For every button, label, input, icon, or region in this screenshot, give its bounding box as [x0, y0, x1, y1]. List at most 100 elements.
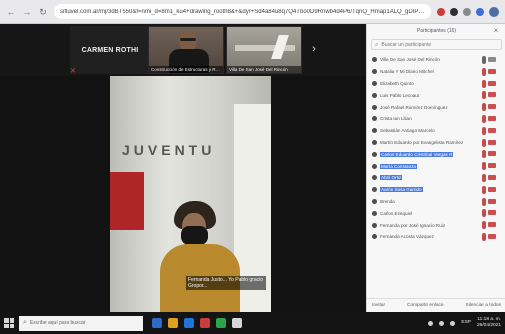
wifi-icon[interactable]: [428, 320, 434, 326]
microphone-icon[interactable]: [482, 173, 486, 182]
share-link-button[interactable]: Compartir enlace: [407, 303, 444, 308]
participant-search-input[interactable]: [381, 41, 494, 48]
back-icon[interactable]: ←: [6, 7, 16, 17]
participant-avatar-icon: [372, 151, 377, 157]
camera-icon[interactable]: [488, 151, 496, 157]
microphone-icon[interactable]: [482, 56, 486, 64]
microphone-icon[interactable]: [482, 79, 486, 88]
taskbar-search[interactable]: ⌕ Escribe aquí para buscar: [19, 315, 143, 331]
participant-search[interactable]: ⌕: [371, 39, 502, 50]
microphone-icon[interactable]: [482, 209, 486, 218]
participant-name-tile[interactable]: CARMEN ROTHI: [70, 26, 150, 74]
microphone-icon[interactable]: [482, 126, 486, 135]
camera-icon[interactable]: [488, 139, 496, 145]
extension-icon[interactable]: [463, 7, 471, 16]
volume-icon[interactable]: [439, 320, 445, 326]
participant-avatar-icon: [372, 92, 377, 98]
chevron-right-icon[interactable]: ›: [308, 42, 320, 56]
participant-video-tile[interactable]: Construcción de Estructuras y Re...: [148, 26, 224, 74]
screen-frame: ← → ↻ sifluvel.com.ar/mj/3dBT550&f=nmi_d…: [0, 0, 505, 334]
start-tile: [9, 323, 14, 328]
participant-row[interactable]: Martín Eduardo por Evangelista Ramírez: [369, 137, 504, 149]
participant-row[interactable]: Sebastián Antiago Marcelo: [369, 125, 504, 137]
app-icon[interactable]: [200, 318, 210, 328]
participant-row[interactable]: María Constanza: [369, 160, 504, 172]
participant-row[interactable]: Crista Ian Lilian: [369, 113, 504, 125]
microphone-icon[interactable]: [482, 232, 486, 241]
camera-icon[interactable]: [488, 198, 496, 204]
participant-avatar-icon: [372, 163, 377, 169]
participant-row[interactable]: Fernanda Acosta Vázquez: [369, 231, 504, 243]
extension-icon[interactable]: [476, 7, 484, 16]
battery-icon[interactable]: [450, 320, 456, 326]
participant-video-tile[interactable]: Villa De San José Del Rincón: [226, 26, 302, 74]
microphone-icon[interactable]: [482, 185, 486, 194]
extension-icon[interactable]: [437, 7, 445, 16]
participant-avatar-icon: [372, 80, 377, 86]
start-tile: [9, 318, 14, 323]
microphone-icon[interactable]: [482, 103, 486, 112]
camera-icon[interactable]: [488, 57, 496, 62]
participant-row[interactable]: Brenda: [369, 196, 504, 208]
browser-bar: ← → ↻ sifluvel.com.ar/mj/3dBT550&f=nmi_d…: [0, 0, 505, 24]
participant-row[interactable]: Aarón Sosa Garrido: [369, 184, 504, 196]
camera-icon[interactable]: [488, 68, 496, 74]
room-shelf: [235, 45, 295, 51]
participant-row-name: Luis Pablo Lecoaut: [380, 92, 420, 98]
participant-row-name: Brenda: [380, 198, 395, 204]
participant-row[interactable]: Carlos Ezequiel: [369, 207, 504, 219]
close-icon[interactable]: ×: [491, 26, 501, 36]
browser-icon[interactable]: [184, 318, 194, 328]
participant-row[interactable]: Natalia Y Mi Diario Mitchel: [369, 66, 504, 78]
camera-icon[interactable]: [488, 186, 496, 192]
participant-row[interactable]: Luis Pablo Lecoaut: [369, 89, 504, 101]
participant-row[interactable]: Abril Ortiz: [369, 172, 504, 184]
participant-row-name: Abril Ortiz: [380, 175, 403, 181]
participant-row-name: María Constanza: [380, 163, 417, 169]
microphone-icon[interactable]: [482, 67, 486, 76]
meeting-area: CARMEN ROTHI Construcción de Estructuras…: [0, 24, 366, 312]
camera-icon[interactable]: [488, 115, 496, 121]
participant-glasses: [180, 38, 196, 41]
invite-button[interactable]: Invitar: [372, 303, 385, 308]
microphone-icon[interactable]: [482, 138, 486, 147]
participant-name: CARMEN ROTHI: [81, 46, 139, 54]
camera-icon[interactable]: [488, 104, 496, 110]
folder-icon[interactable]: [168, 318, 178, 328]
language-indicator[interactable]: ESP: [461, 320, 471, 326]
camera-icon[interactable]: [488, 210, 496, 216]
camera-icon[interactable]: [488, 163, 496, 169]
camera-icon[interactable]: [488, 233, 496, 239]
camera-icon[interactable]: [488, 80, 496, 86]
app-icon[interactable]: [216, 318, 226, 328]
refresh-icon[interactable]: ↻: [38, 7, 48, 17]
camera-icon[interactable]: [488, 92, 496, 98]
main-speaker-video: JUVENTU Fernanda Justo... Yo Pablo graci…: [110, 76, 271, 312]
microphone-icon[interactable]: [482, 114, 486, 123]
microphone-icon[interactable]: [482, 197, 486, 206]
participant-row[interactable]: Fernanda por José Ignacio Ruiz: [369, 219, 504, 231]
microphone-icon[interactable]: [482, 150, 486, 159]
start-tile: [4, 323, 9, 328]
profile-icon[interactable]: [489, 6, 499, 17]
participant-row[interactable]: Carlos Eduardo Cristóbal Vargas R: [369, 148, 504, 160]
participant-row[interactable]: Villa De San José Del Rincón: [369, 54, 504, 66]
microphone-icon[interactable]: [482, 221, 486, 230]
participant-row[interactable]: Elizabeth Quinto: [369, 78, 504, 90]
forward-icon[interactable]: →: [22, 7, 32, 17]
participant-avatar-icon: [372, 175, 377, 181]
extension-icon[interactable]: [450, 7, 458, 16]
camera-icon[interactable]: [488, 222, 496, 228]
windows-start-icon[interactable]: [4, 318, 14, 328]
clock[interactable]: 11:18 a. m. 26/04/2021: [477, 317, 501, 329]
camera-icon[interactable]: [488, 127, 496, 133]
app-icon[interactable]: [232, 318, 242, 328]
app-icon[interactable]: [152, 318, 162, 328]
participant-row[interactable]: José Rafael Ramírez Domínguez: [369, 101, 504, 113]
mute-all-button[interactable]: Silenciar a todos: [466, 303, 501, 308]
microphone-icon[interactable]: [482, 91, 486, 100]
system-tray: ESP 11:18 a. m. 26/04/2021: [428, 317, 501, 329]
address-bar[interactable]: sifluvel.com.ar/mj/3dBT550&f=nmi_d=8m1_k…: [54, 4, 431, 19]
microphone-icon[interactable]: [482, 162, 486, 171]
camera-icon[interactable]: [488, 174, 496, 180]
